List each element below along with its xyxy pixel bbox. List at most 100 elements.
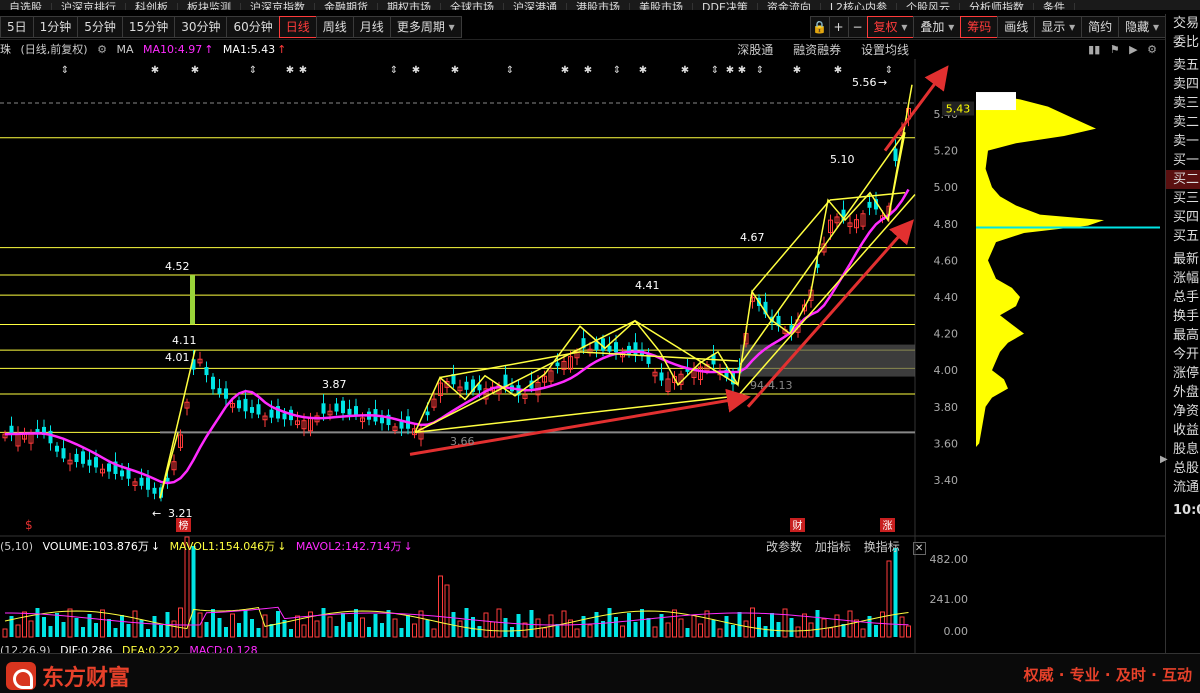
side-panel-item[interactable]: 交易 — [1166, 14, 1200, 33]
side-panel-item[interactable]: 买三 — [1166, 189, 1200, 208]
top-menu-item[interactable]: 个股风云 — [897, 2, 961, 10]
trendline — [159, 432, 179, 499]
volume-bar — [399, 628, 404, 637]
volume-bar — [698, 623, 703, 638]
price-annotation: 4.11 — [172, 334, 197, 347]
period-tab[interactable]: 5分钟 — [77, 16, 123, 38]
top-menu-item[interactable]: 沪深港通 — [504, 2, 567, 10]
period-tab[interactable]: 1分钟 — [32, 16, 79, 38]
vol-close-icon[interactable]: ✕ — [912, 542, 926, 555]
side-panel-item[interactable]: 买五 — [1166, 227, 1200, 246]
vol-change-indicator[interactable]: 换指标 — [864, 540, 900, 554]
top-menu-item[interactable]: 科创板 — [126, 2, 178, 10]
side-panel-item[interactable]: 委比 — [1166, 33, 1200, 52]
side-panel-item[interactable]: 流通 — [1166, 478, 1200, 497]
display-select[interactable]: 显示 — [1034, 16, 1083, 38]
volume-bar — [841, 624, 846, 637]
side-panel-item[interactable]: 今开 — [1166, 345, 1200, 364]
vol-edit-params[interactable]: 改参数 — [766, 540, 802, 554]
volume-bar — [334, 626, 339, 637]
hide-select[interactable]: 隐藏 — [1118, 16, 1166, 38]
top-menu-item[interactable]: 资金流向 — [758, 2, 821, 10]
side-panel-item[interactable]: 收益 — [1166, 421, 1200, 440]
period-tab[interactable]: 15分钟 — [121, 16, 176, 38]
top-menu-item[interactable]: 期权市场 — [378, 2, 441, 10]
candle-body — [211, 376, 215, 390]
candle-body — [555, 362, 560, 367]
toolbar: 5日1分钟5分钟15分钟30分钟60分钟日线周线月线更多周期 🔒 + − 复权 … — [0, 14, 1166, 40]
side-panel-item[interactable]: 10:0 — [1166, 501, 1200, 520]
volume-bar — [828, 627, 833, 638]
top-menu-item[interactable]: 金融期货 — [315, 2, 378, 10]
side-panel-item[interactable]: 净资 — [1166, 402, 1200, 421]
volume-bar — [717, 628, 723, 638]
side-panel-item[interactable]: 外盘 — [1166, 383, 1200, 402]
side-panel-item[interactable]: 卖四 — [1166, 75, 1200, 94]
simple-button[interactable]: 简约 — [1081, 16, 1120, 38]
side-panel-item[interactable]: 涨停 — [1166, 364, 1200, 383]
top-menu-item[interactable]: 分析师指数 — [960, 2, 1035, 10]
candle-body — [594, 341, 599, 351]
top-menu-item[interactable]: 沪深京指数 — [241, 2, 315, 10]
top-menu-item[interactable]: 自选股 — [0, 2, 52, 10]
volume-bar — [55, 613, 59, 637]
top-menu: 自选股 沪深京排行 科创板 板块监测 沪深京指数 金融期货 期权市场 全球市场 沪深港通 港股市场… — [0, 0, 1200, 10]
volume-bar — [243, 610, 248, 637]
event-marker-icon: ✱ — [412, 65, 420, 76]
top-menu-item[interactable]: 港股市场 — [567, 2, 630, 10]
vol-add-indicator[interactable]: 加指标 — [815, 540, 851, 554]
side-panel-item[interactable]: 换手 — [1166, 307, 1200, 326]
chips-button[interactable]: 筹码 — [960, 16, 999, 38]
period-tab[interactable]: 月线 — [352, 16, 391, 38]
overlay-select[interactable]: 叠加 — [913, 16, 962, 38]
side-panel-item[interactable]: 卖一 — [1166, 132, 1200, 151]
side-panel-item[interactable]: 卖三 — [1166, 94, 1200, 113]
draw-line-button[interactable]: 画线 — [997, 16, 1036, 38]
period-tab[interactable]: 60分钟 — [226, 16, 280, 38]
side-panel-item[interactable]: 总手 — [1166, 288, 1200, 307]
period-tab[interactable]: 30分钟 — [174, 16, 228, 38]
top-menu-item[interactable]: 沪深京排行 — [52, 2, 126, 10]
candle-body — [464, 381, 469, 390]
volume-bar — [743, 620, 749, 638]
period-tab[interactable]: 更多周期 — [389, 16, 462, 38]
drawn-trendlines — [159, 65, 949, 499]
candle-body — [87, 459, 92, 466]
volume-bar — [724, 616, 729, 637]
fuquan-select[interactable]: 复权 — [866, 16, 915, 38]
vol-value: VOLUME:103.876万 — [42, 540, 149, 553]
collapse-arrow-icon[interactable]: ▶ — [1160, 454, 1168, 465]
period-tab[interactable]: 5日 — [0, 16, 34, 38]
side-panel-item[interactable]: 买四 — [1166, 208, 1200, 227]
period-tab[interactable]: 日线 — [278, 16, 317, 38]
side-panel-item[interactable]: 卖二 — [1166, 113, 1200, 132]
volume-bar — [763, 626, 768, 637]
top-menu-item[interactable]: DDE决策 — [693, 2, 758, 10]
zoom-in-button[interactable]: + — [828, 16, 849, 38]
price-axis-label: 4.40 — [934, 291, 959, 304]
zoom-out-button[interactable]: − — [847, 16, 868, 38]
period-tab[interactable]: 周线 — [315, 16, 354, 38]
top-menu-item[interactable]: 板块监测 — [178, 2, 241, 10]
side-panel-item[interactable]: 最高 — [1166, 326, 1200, 345]
side-panel-item[interactable]: 股息 — [1166, 440, 1200, 459]
volume-bar — [412, 623, 417, 638]
event-marker-icon: ✱ — [299, 65, 307, 76]
volume-bar — [770, 613, 774, 637]
side-panel-item[interactable]: 最新 — [1166, 250, 1200, 269]
event-marker-icon: ✱ — [584, 65, 592, 76]
side-panel-item[interactable]: 买一 — [1166, 151, 1200, 170]
side-panel-item[interactable]: 买二 — [1166, 170, 1200, 189]
top-menu-item[interactable]: 全球市场 — [441, 2, 504, 10]
top-menu-item[interactable]: 条件 — [1034, 2, 1076, 10]
top-menu-item[interactable]: L2核心内参 — [821, 2, 898, 10]
side-panel-item[interactable]: 总股 — [1166, 459, 1200, 478]
side-panel-item[interactable]: 卖五 — [1166, 56, 1200, 75]
event-marker-icon: ✱ — [639, 65, 647, 76]
top-menu-item[interactable]: 美股市场 — [630, 2, 693, 10]
candle-body — [139, 477, 144, 486]
volume-bar — [640, 609, 644, 637]
lock-icon[interactable]: 🔒 — [809, 16, 830, 38]
side-panel-item[interactable]: 涨幅 — [1166, 269, 1200, 288]
kline-chart-area[interactable]: 珠 (日线,前复权) ⚙ MA MA10:4.97 ↑ MA1:5.43 ↑ 深股通… — [0, 41, 1165, 657]
